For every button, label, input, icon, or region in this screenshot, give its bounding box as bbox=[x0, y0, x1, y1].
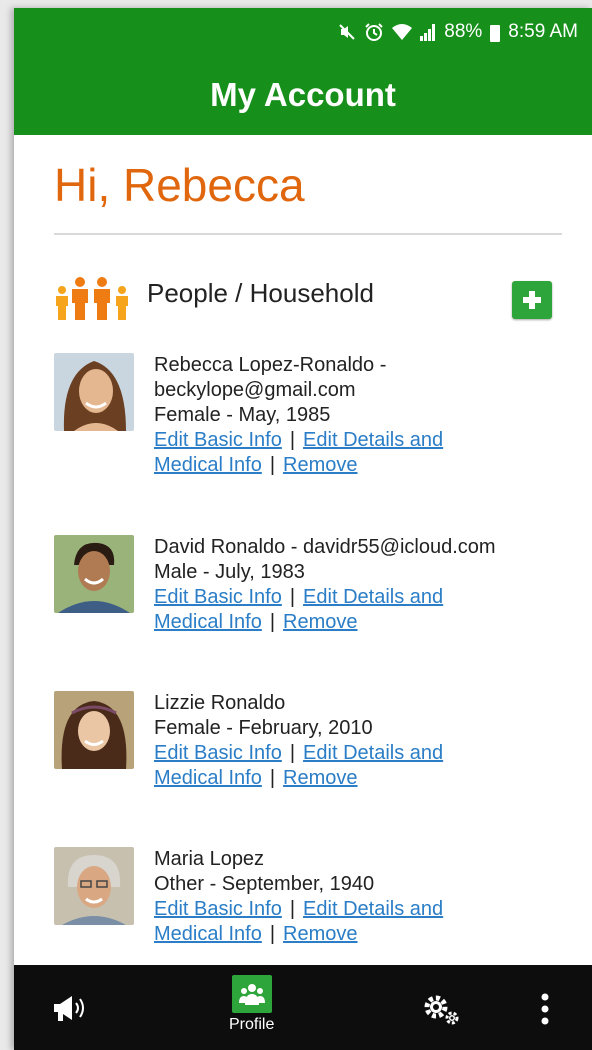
person-line: Maria Lopez bbox=[154, 848, 265, 870]
person-info: David Ronaldo - davidr55@icloud.com Male… bbox=[154, 535, 574, 635]
edit-details-link[interactable]: Edit Details and bbox=[303, 429, 443, 451]
link-separator: | bbox=[289, 742, 296, 764]
section-title: People / Household bbox=[147, 278, 374, 308]
edit-medical-info-link[interactable]: Medical Info bbox=[154, 767, 262, 789]
avatar-david bbox=[54, 535, 134, 613]
person-line: David Ronaldo - davidr55@icloud.com bbox=[154, 536, 496, 558]
person-line: Female - February, 2010 bbox=[154, 717, 373, 739]
remove-link[interactable]: Remove bbox=[283, 767, 357, 789]
more-icon bbox=[541, 993, 549, 1025]
status-bar: 88% 8:59 AM bbox=[338, 20, 578, 44]
battery-icon bbox=[490, 24, 501, 42]
link-separator: | bbox=[269, 611, 276, 633]
settings-nav[interactable] bbox=[422, 993, 462, 1027]
people-icon bbox=[238, 984, 265, 1005]
edit-details-link[interactable]: Edit Details and bbox=[303, 742, 443, 764]
alarm-icon bbox=[365, 23, 383, 41]
phone-screen: 88% 8:59 AM My Account Hi, Rebecca Peopl… bbox=[14, 8, 592, 1050]
person-line: beckylope@gmail.com bbox=[154, 379, 356, 401]
link-separator: | bbox=[269, 767, 276, 789]
app-header: 88% 8:59 AM My Account bbox=[14, 8, 592, 135]
edit-medical-info-link[interactable]: Medical Info bbox=[154, 454, 262, 476]
clock: 8:59 AM bbox=[508, 21, 578, 42]
edit-basic-info-link[interactable]: Edit Basic Info bbox=[154, 898, 282, 920]
edit-basic-info-link[interactable]: Edit Basic Info bbox=[154, 742, 282, 764]
person-line: Male - July, 1983 bbox=[154, 561, 305, 583]
add-person-button[interactable] bbox=[512, 281, 552, 319]
bottom-nav: Profile bbox=[14, 965, 592, 1050]
announcement-icon bbox=[54, 996, 84, 1021]
edit-basic-info-link[interactable]: Edit Basic Info bbox=[154, 429, 282, 451]
person-line: Lizzie Ronaldo bbox=[154, 692, 286, 714]
mute-icon bbox=[339, 24, 355, 40]
settings-icon bbox=[424, 995, 459, 1025]
person-info: Rebecca Lopez-Ronaldo - beckylope@gmail.… bbox=[154, 353, 574, 478]
link-separator: | bbox=[289, 586, 296, 608]
avatar-lizzie bbox=[54, 691, 134, 769]
avatar-maria bbox=[54, 847, 134, 925]
person-info: Maria Lopez Other - September, 1940 Edit… bbox=[154, 847, 574, 947]
avatar-rebecca bbox=[54, 353, 134, 431]
more-menu-button[interactable] bbox=[540, 993, 550, 1025]
link-separator: | bbox=[269, 454, 276, 476]
battery-percent: 88% bbox=[444, 21, 483, 42]
remove-link[interactable]: Remove bbox=[283, 454, 357, 476]
person-line: Female - May, 1985 bbox=[154, 404, 331, 426]
link-separator: | bbox=[269, 923, 276, 945]
edit-medical-info-link[interactable]: Medical Info bbox=[154, 611, 262, 633]
remove-link[interactable]: Remove bbox=[283, 923, 357, 945]
edit-details-link[interactable]: Edit Details and bbox=[303, 586, 443, 608]
person-info: Lizzie Ronaldo Female - February, 2010 E… bbox=[154, 691, 574, 791]
wifi-icon bbox=[392, 24, 413, 40]
family-icon bbox=[56, 277, 128, 320]
profile-nav[interactable]: Profile bbox=[229, 975, 274, 1034]
announcements-nav[interactable] bbox=[52, 993, 88, 1023]
profile-nav-icon-box bbox=[231, 975, 272, 1013]
edit-details-link[interactable]: Edit Details and bbox=[303, 898, 443, 920]
edit-basic-info-link[interactable]: Edit Basic Info bbox=[154, 586, 282, 608]
greeting: Hi, Rebecca bbox=[54, 159, 305, 211]
link-separator: | bbox=[289, 429, 296, 451]
link-separator: | bbox=[289, 898, 296, 920]
divider bbox=[54, 233, 562, 235]
person-line: Other - September, 1940 bbox=[154, 873, 375, 895]
remove-link[interactable]: Remove bbox=[283, 611, 357, 633]
person-line: Rebecca Lopez-Ronaldo - bbox=[154, 354, 387, 376]
page-title: My Account bbox=[210, 76, 396, 113]
profile-nav-label: Profile bbox=[229, 1016, 275, 1033]
edit-medical-info-link[interactable]: Medical Info bbox=[154, 923, 262, 945]
add-icon bbox=[523, 291, 541, 309]
signal-icon bbox=[420, 24, 436, 41]
